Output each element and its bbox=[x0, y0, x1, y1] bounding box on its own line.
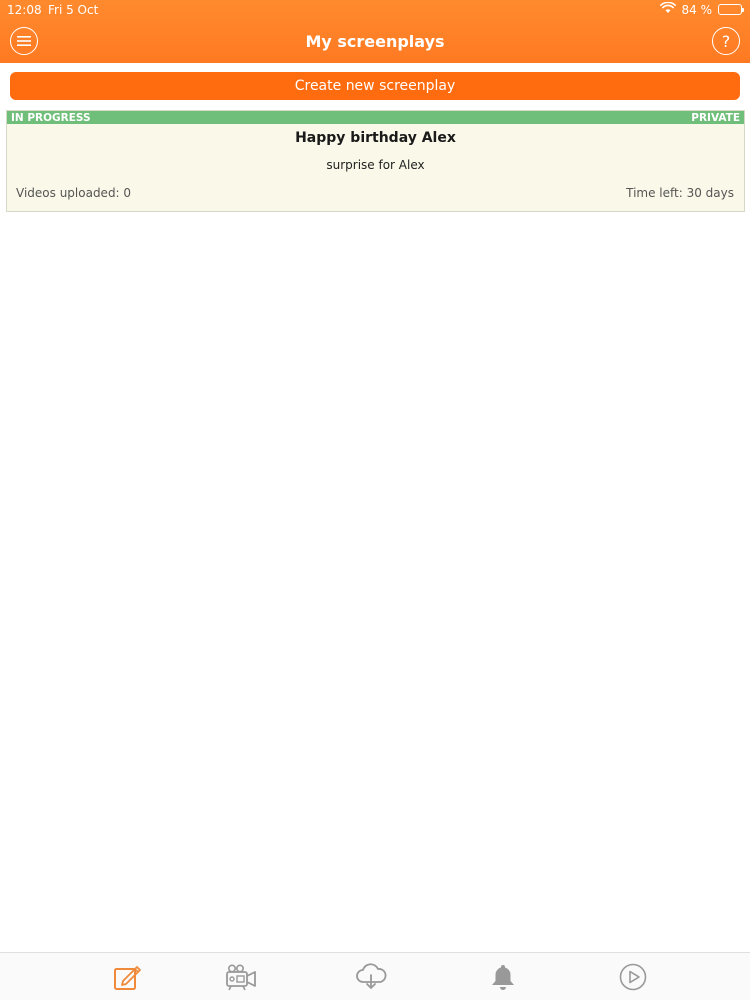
page-title: My screenplays bbox=[305, 32, 445, 51]
play-circle-icon bbox=[619, 963, 647, 991]
status-right: 84 % bbox=[659, 1, 744, 17]
cloud-download-icon bbox=[356, 963, 387, 989]
screenplay-description: surprise for Alex bbox=[326, 158, 425, 172]
battery-icon bbox=[718, 4, 744, 15]
create-new-screenplay-button[interactable]: Create new screenplay bbox=[10, 72, 740, 100]
help-icon: ? bbox=[721, 31, 731, 51]
screenplay-card[interactable]: IN PROGRESS PRIVATE Happy birthday Alex … bbox=[6, 110, 745, 212]
status-date: Fri 5 Oct bbox=[48, 3, 99, 17]
screenplay-footer: Videos uploaded: 0 Time left: 30 days bbox=[16, 186, 734, 200]
bell-icon bbox=[492, 965, 514, 990]
screenplay-status-strip: IN PROGRESS PRIVATE bbox=[7, 111, 744, 124]
screenplay-title: Happy birthday Alex bbox=[295, 130, 456, 146]
status-bar: 12:08 Fri 5 Oct 84 % bbox=[0, 0, 750, 20]
time-left: Time left: 30 days bbox=[626, 186, 734, 200]
tab-edit[interactable] bbox=[110, 961, 144, 993]
video-camera-icon bbox=[226, 964, 256, 991]
status-badge: IN PROGRESS bbox=[11, 111, 91, 124]
app-header: 12:08 Fri 5 Oct 84 % My screenplays ? bbox=[0, 0, 750, 63]
tab-videos[interactable] bbox=[224, 961, 258, 993]
help-button[interactable]: ? bbox=[712, 27, 740, 55]
videos-uploaded: Videos uploaded: 0 bbox=[16, 186, 132, 200]
nav-bar: My screenplays ? bbox=[0, 20, 750, 63]
tab-download[interactable] bbox=[354, 961, 388, 993]
tab-notifications[interactable] bbox=[486, 961, 520, 993]
tab-play[interactable] bbox=[616, 961, 650, 993]
battery-percent: 84 % bbox=[681, 2, 713, 17]
visibility-badge: PRIVATE bbox=[691, 111, 740, 124]
status-time: 12:08 bbox=[7, 3, 42, 17]
edit-icon bbox=[114, 966, 141, 990]
wifi-icon bbox=[659, 1, 676, 17]
tab-bar bbox=[0, 952, 750, 1000]
